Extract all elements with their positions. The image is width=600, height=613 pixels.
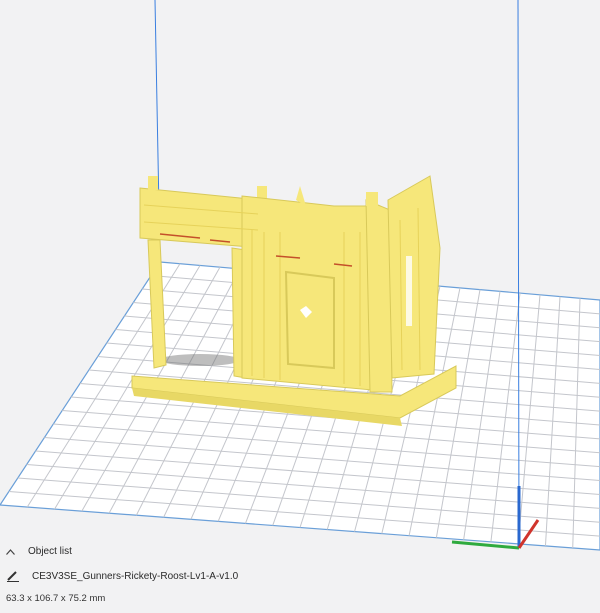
object-filename: CE3V3SE_Gunners-Rickety-Roost-Lv1-A-v1.0: [32, 570, 239, 582]
object-dimensions: 63.3 x 106.7 x 75.2 mm: [6, 593, 106, 604]
object-list-panel: Object list CE3V3SE_Gunners-Rickety-Roos…: [0, 538, 600, 613]
object-list-header[interactable]: Object list: [6, 546, 72, 557]
object-list-title: Object list: [28, 546, 72, 557]
pencil-icon[interactable]: [6, 570, 20, 582]
object-list-item[interactable]: CE3V3SE_Gunners-Rickety-Roost-Lv1-A-v1.0: [6, 570, 238, 582]
3d-viewport[interactable]: [0, 0, 600, 613]
chevron-up-icon[interactable]: [6, 547, 18, 557]
